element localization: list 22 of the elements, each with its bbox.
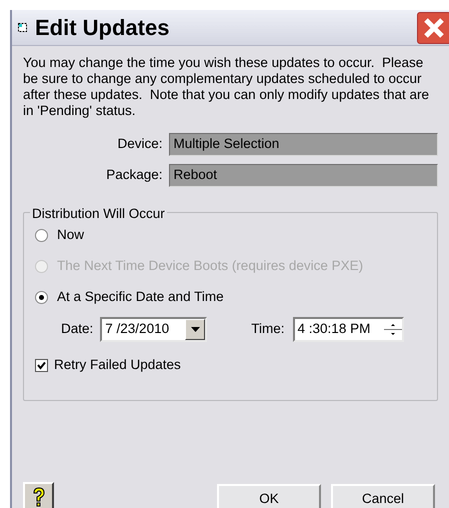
radio-label: Now bbox=[57, 226, 84, 244]
intro-text: You may change the time you wish these updates to occur. Please be sure to change any complementary updates scheduled to occur after these updates. Note that you can only modify updates that are in 'Pending' status. bbox=[23, 55, 430, 119]
date-picker[interactable]: 7 /23/2010 bbox=[100, 317, 208, 342]
field-label: Device: bbox=[116, 135, 164, 154]
checkbox-label: Retry Failed Updates bbox=[54, 356, 181, 374]
field-label: Package: bbox=[105, 166, 164, 184]
date-label: Date: bbox=[61, 320, 94, 338]
dialog-button[interactable]: Cancel bbox=[331, 484, 435, 508]
radio-label: The Next Time Device Boots (requires device PXE) bbox=[57, 256, 364, 275]
checkbox[interactable] bbox=[35, 358, 48, 372]
radio-button[interactable] bbox=[35, 228, 48, 242]
radio-button[interactable] bbox=[35, 290, 48, 304]
radio-label: At a Specific Date and Time bbox=[57, 288, 224, 306]
time-label: Time: bbox=[251, 320, 285, 338]
window-title: Edit Updates bbox=[35, 14, 170, 42]
help-button[interactable] bbox=[23, 482, 54, 508]
dialog-button[interactable]: OK bbox=[217, 484, 321, 508]
readonly-field: Reboot bbox=[168, 164, 438, 187]
window-icon bbox=[18, 22, 28, 32]
time-picker[interactable]: 4 :30:18 PM bbox=[292, 317, 404, 342]
close-button[interactable] bbox=[417, 12, 449, 44]
readonly-field: Multiple Selection bbox=[168, 133, 438, 156]
